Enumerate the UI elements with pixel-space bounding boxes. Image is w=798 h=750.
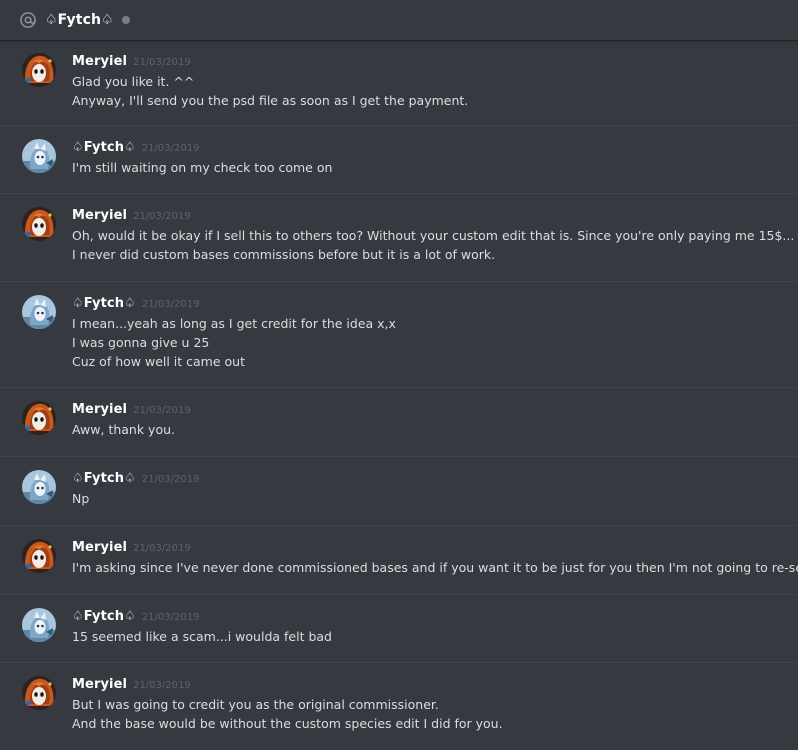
message-header: Meryiel 21/03/2019 bbox=[72, 54, 786, 72]
message-text: And the base would be without the custom… bbox=[72, 716, 503, 731]
channel-header: ♤Fytch♤ bbox=[0, 0, 798, 40]
username[interactable]: Meryiel bbox=[72, 677, 127, 692]
fytch-avatar[interactable] bbox=[22, 139, 56, 173]
message-text: But I was going to credit you as the ori… bbox=[72, 697, 439, 712]
message-text: Anyway, I'll send you the psd file as so… bbox=[72, 93, 469, 108]
meryiel-avatar[interactable] bbox=[22, 676, 56, 710]
message: ♤Fytch♤ 21/03/2019 Np bbox=[0, 457, 798, 526]
message-text: I was gonna give u 25 bbox=[72, 335, 210, 350]
timestamp: 21/03/2019 bbox=[141, 474, 200, 485]
meryiel-avatar[interactable] bbox=[22, 539, 56, 573]
message: Meryiel 21/03/2019 I'm asking since I've n… bbox=[0, 526, 798, 595]
username[interactable]: Meryiel bbox=[72, 54, 127, 69]
message: Meryiel 21/03/2019 Oh, would it be okay if… bbox=[0, 194, 798, 282]
message-text: Cuz of how well it came out bbox=[72, 354, 245, 369]
timestamp: 21/03/2019 bbox=[133, 543, 191, 554]
message-header: ♤Fytch♤ 21/03/2019 bbox=[72, 471, 786, 489]
timestamp: 21/03/2019 bbox=[141, 612, 200, 623]
meryiel-avatar[interactable] bbox=[22, 207, 56, 241]
message-header: Meryiel 21/03/2019 bbox=[72, 677, 786, 695]
status-indicator bbox=[121, 16, 130, 24]
message-header: ♤Fytch♤ 21/03/2019 bbox=[72, 609, 786, 627]
message: Meryiel 21/03/2019 Aww, thank you. bbox=[0, 388, 798, 457]
message: ♤Fytch♤ 21/03/2019 15 seemed like a scam..… bbox=[0, 595, 798, 663]
message-text: I mean...yeah as long as I get credit fo… bbox=[72, 316, 396, 331]
message-text: Aww, thank you. bbox=[72, 422, 175, 437]
username[interactable]: ♤Fytch♤ bbox=[72, 296, 136, 311]
message-text: Np bbox=[72, 491, 90, 506]
message-text: I'm still waiting on my check too come o… bbox=[72, 160, 333, 175]
timestamp: 21/03/2019 bbox=[141, 299, 200, 310]
username[interactable]: Meryiel bbox=[72, 208, 127, 223]
at-icon bbox=[18, 10, 38, 30]
message: Meryiel 21/03/2019 But I was going to cred… bbox=[0, 663, 798, 750]
message-header: ♤Fytch♤ 21/03/2019 bbox=[72, 296, 786, 314]
message-text: 15 seemed like a scam...i woulda felt ba… bbox=[72, 629, 332, 644]
username[interactable]: ♤Fytch♤ bbox=[72, 471, 136, 486]
message-header: Meryiel 21/03/2019 bbox=[72, 208, 786, 226]
message-text: I'm asking since I've never done commiss… bbox=[72, 560, 798, 575]
timestamp: 21/03/2019 bbox=[133, 680, 191, 691]
message-header: Meryiel 21/03/2019 bbox=[72, 540, 786, 558]
message: ♤Fytch♤ 21/03/2019 I mean...yeah as long a… bbox=[0, 282, 798, 388]
fytch-avatar[interactable] bbox=[22, 608, 56, 642]
channel-title: ♤Fytch♤ bbox=[45, 12, 114, 28]
message-header: Meryiel 21/03/2019 bbox=[72, 402, 786, 420]
username[interactable]: Meryiel bbox=[72, 540, 127, 555]
timestamp: 21/03/2019 bbox=[133, 211, 191, 222]
username[interactable]: ♤Fytch♤ bbox=[72, 609, 136, 624]
username[interactable]: Meryiel bbox=[72, 402, 127, 417]
meryiel-avatar[interactable] bbox=[22, 401, 56, 435]
message-header: ♤Fytch♤ 21/03/2019 bbox=[72, 140, 786, 158]
message: ♤Fytch♤ 21/03/2019 I'm still waiting on my… bbox=[0, 126, 798, 194]
meryiel-avatar[interactable] bbox=[22, 53, 56, 87]
message-list: Meryiel 21/03/2019 Glad you like it. ^^ Any… bbox=[0, 40, 798, 750]
message-text: Glad you like it. ^^ bbox=[72, 74, 195, 89]
fytch-avatar[interactable] bbox=[22, 295, 56, 329]
message-text: I never did custom bases commissions bef… bbox=[72, 247, 496, 262]
message-text: Oh, would it be okay if I sell this to o… bbox=[72, 228, 798, 243]
username[interactable]: ♤Fytch♤ bbox=[72, 140, 136, 155]
message: Meryiel 21/03/2019 Glad you like it. ^^ Any… bbox=[0, 40, 798, 126]
timestamp: 21/03/2019 bbox=[133, 405, 191, 416]
timestamp: 21/03/2019 bbox=[141, 143, 200, 154]
fytch-avatar[interactable] bbox=[22, 470, 56, 504]
timestamp: 21/03/2019 bbox=[133, 57, 191, 68]
